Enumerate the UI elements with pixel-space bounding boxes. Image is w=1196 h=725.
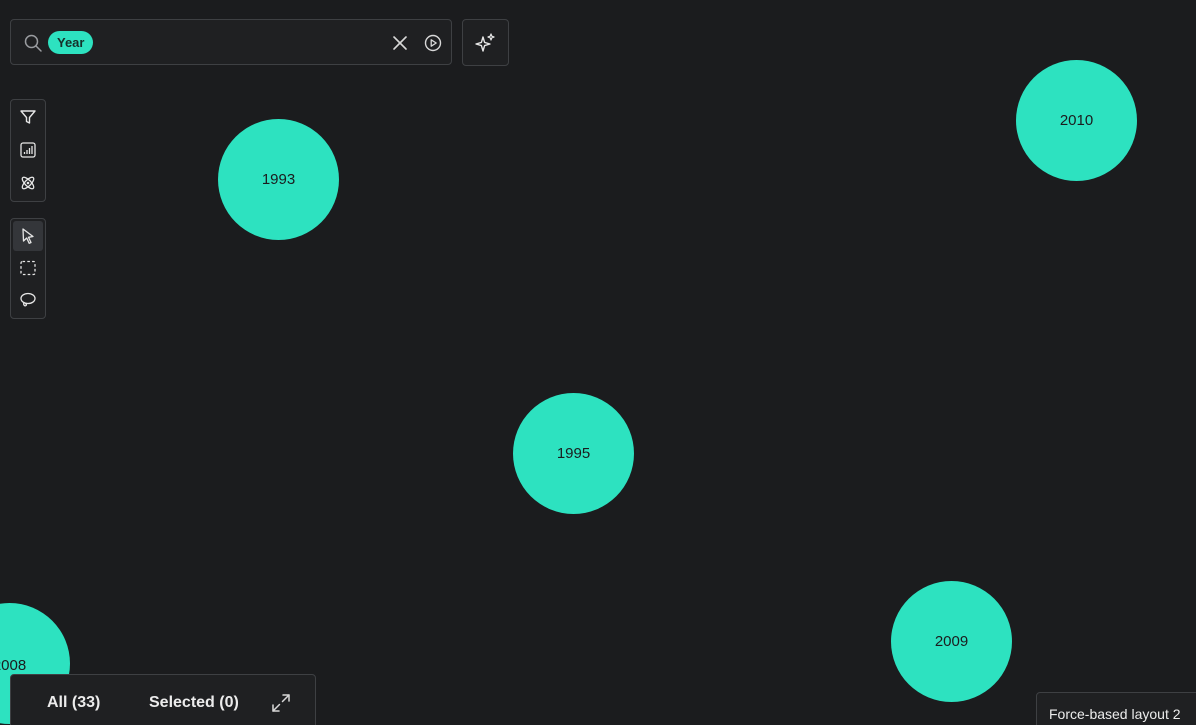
rectangle-select-tool[interactable] bbox=[13, 253, 43, 283]
close-icon[interactable] bbox=[391, 34, 409, 52]
chart-tool[interactable] bbox=[13, 135, 43, 165]
graph-node[interactable]: 2010 bbox=[1016, 60, 1137, 181]
node-label: 1993 bbox=[261, 171, 296, 188]
tab-selected[interactable]: Selected (0) bbox=[149, 694, 239, 712]
search-icon bbox=[24, 34, 42, 52]
play-circle-icon[interactable] bbox=[423, 33, 443, 53]
node-label: 2010 bbox=[1059, 112, 1094, 129]
lasso-tool[interactable] bbox=[13, 285, 43, 315]
node-label: 2009 bbox=[934, 633, 969, 650]
pointer-tool[interactable] bbox=[13, 221, 43, 251]
lasso-icon bbox=[20, 292, 36, 307]
atom-icon bbox=[21, 176, 35, 190]
pointer-icon bbox=[22, 228, 34, 244]
layout-tool[interactable] bbox=[13, 168, 43, 198]
node-label: 2008 bbox=[0, 657, 27, 674]
ai-sparkle-button[interactable] bbox=[462, 19, 509, 66]
sparkle-icon bbox=[474, 32, 495, 52]
graph-node[interactable]: 2009 bbox=[891, 581, 1012, 702]
selection-tabs: All (33) Selected (0) bbox=[10, 674, 316, 725]
chart-icon bbox=[20, 142, 36, 158]
node-label: 1995 bbox=[556, 445, 591, 462]
layout-selector[interactable]: Force-based layout 2 bbox=[1036, 692, 1196, 725]
view-toolbar bbox=[10, 99, 46, 202]
tab-all[interactable]: All (33) bbox=[47, 694, 100, 712]
graph-node[interactable]: 1993 bbox=[218, 119, 339, 240]
search-bar[interactable]: Year bbox=[10, 19, 452, 65]
graph-canvas[interactable]: 1993 2010 1995 2009 2008 Year bbox=[0, 0, 1196, 725]
graph-node[interactable]: 1995 bbox=[513, 393, 634, 514]
expand-icon[interactable] bbox=[270, 692, 292, 714]
search-chip-year[interactable]: Year bbox=[48, 31, 94, 54]
filter-tool[interactable] bbox=[13, 102, 43, 132]
filter-icon bbox=[20, 110, 36, 124]
rectangle-select-icon bbox=[20, 260, 36, 276]
selection-toolbar bbox=[10, 218, 46, 319]
